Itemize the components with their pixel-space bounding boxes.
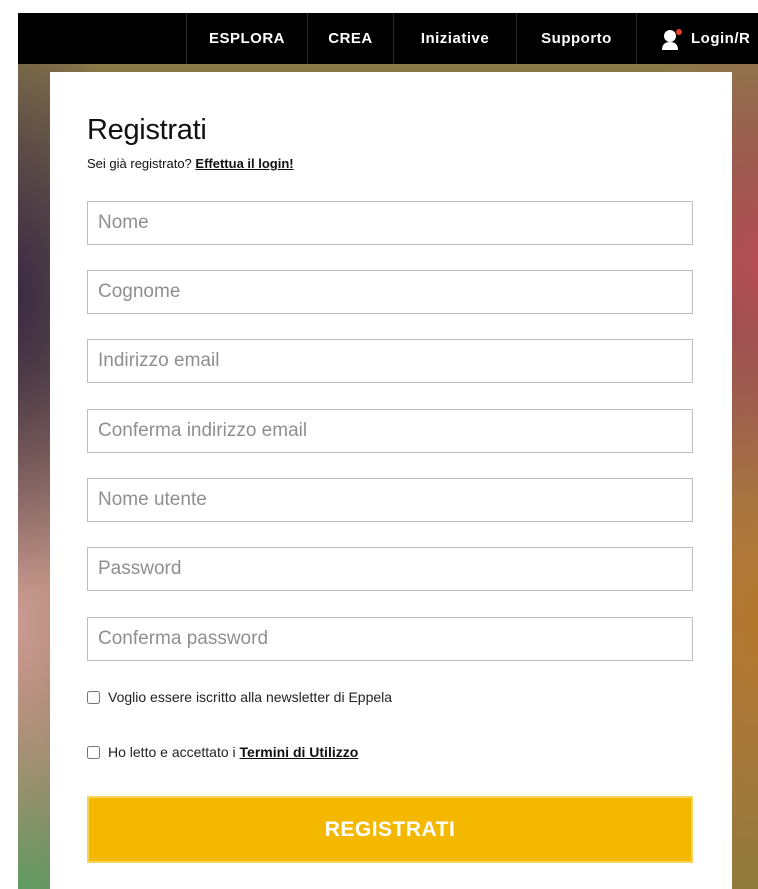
page-edge xyxy=(0,0,18,889)
login-prompt-text: Sei già registrato? xyxy=(87,156,196,171)
terms-link[interactable]: Termini di Utilizzo xyxy=(240,744,359,760)
terms-prefix: Ho letto e accettato i xyxy=(108,744,236,760)
nav-item-supporto[interactable]: Supporto xyxy=(516,13,636,64)
email-input[interactable] xyxy=(87,339,693,383)
newsletter-checkbox[interactable] xyxy=(87,690,100,704)
user-icon xyxy=(661,28,683,50)
terms-option[interactable]: Ho letto e accettato i Termini di Utiliz… xyxy=(87,744,358,760)
nav-item-login[interactable]: Login/R xyxy=(636,13,758,64)
terms-checkbox[interactable] xyxy=(87,745,100,759)
username-input[interactable] xyxy=(87,478,693,522)
login-label: Login/R xyxy=(691,30,751,47)
page-title: Registrati xyxy=(87,114,207,146)
login-prompt: Sei già registrato? Effettua il login! xyxy=(87,156,294,171)
register-button[interactable]: REGISTRATI xyxy=(87,796,693,863)
first-name-input[interactable] xyxy=(87,201,693,245)
registration-card: Registrati Sei già registrato? Effettua … xyxy=(50,72,732,889)
password-confirm-input[interactable] xyxy=(87,617,693,661)
nav-item-iniziative[interactable]: Iniziative xyxy=(393,13,516,64)
newsletter-label: Voglio essere iscritto alla newsletter d… xyxy=(108,689,393,705)
email-confirm-input[interactable] xyxy=(87,409,693,453)
password-input[interactable] xyxy=(87,547,693,591)
nav-item-esplora[interactable]: ESPLORA xyxy=(186,13,307,64)
last-name-input[interactable] xyxy=(87,270,693,314)
top-navigation-bar: ESPLORA CREA Iniziative Supporto Login/R xyxy=(18,13,758,64)
newsletter-option[interactable]: Voglio essere iscritto alla newsletter d… xyxy=(87,689,392,705)
nav-item-crea[interactable]: CREA xyxy=(307,13,393,64)
login-link[interactable]: Effettua il login! xyxy=(195,156,293,171)
